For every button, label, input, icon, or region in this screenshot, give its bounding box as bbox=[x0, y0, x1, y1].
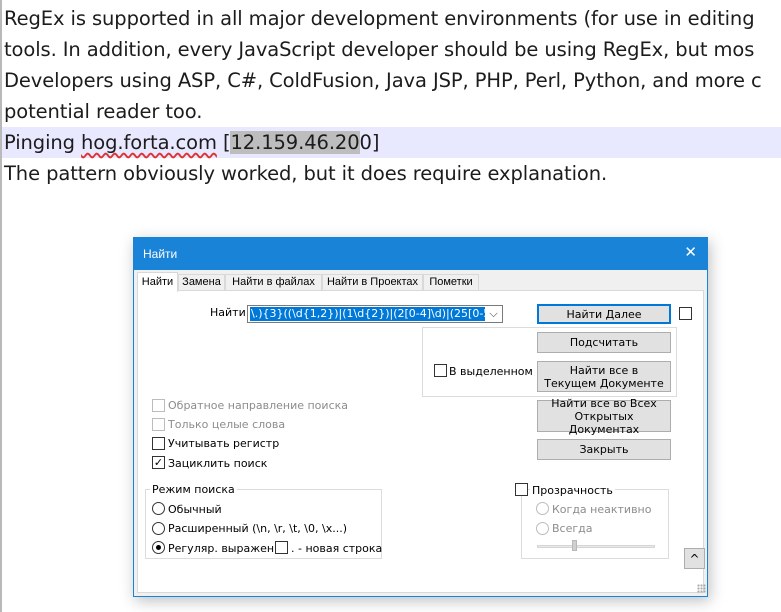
search-mode-title: Режим поиска bbox=[150, 483, 237, 496]
editor-current-line[interactable]: Pinging hog.forta.com [12.159.46.200] bbox=[2, 127, 781, 158]
find-next-button[interactable]: Найти Далее bbox=[537, 304, 671, 324]
transparency-slider-track[interactable] bbox=[537, 545, 655, 548]
editor-line[interactable]: Developers using ASP, C#, ColdFusion, Ja… bbox=[4, 65, 762, 96]
on-lose-focus-radio[interactable] bbox=[536, 502, 549, 515]
ping-close-bracket: ] bbox=[371, 131, 380, 154]
chevron-down-icon[interactable]: ⌵ bbox=[485, 306, 502, 322]
mode-extended-label: Расширенный (\n, \r, \t, \0, \x...) bbox=[168, 522, 347, 535]
on-lose-focus-label: Когда неактивно bbox=[552, 503, 652, 516]
dialog-titlebar[interactable]: Найти ✕ bbox=[134, 238, 707, 270]
tab-find[interactable]: Найти bbox=[137, 272, 178, 292]
editor-line[interactable]: tools. In addition, every JavaScript dev… bbox=[4, 34, 754, 65]
tab-marks[interactable]: Пометки bbox=[423, 274, 479, 291]
search-input[interactable]: \.){3}((\d{1,2})|(1\d{2})|(2[0-4]\d)|(25… bbox=[247, 305, 503, 323]
transparency-slider-thumb[interactable] bbox=[572, 540, 577, 551]
find-next-option-checkbox[interactable] bbox=[679, 307, 692, 320]
ping-host: hog.forta.com bbox=[81, 131, 217, 154]
editor-line[interactable]: potential reader too. bbox=[4, 96, 202, 127]
whole-word-checkbox[interactable] bbox=[152, 418, 165, 431]
dot-newline-checkbox[interactable] bbox=[275, 541, 288, 554]
resize-grip-icon[interactable] bbox=[697, 584, 706, 593]
tab-replace[interactable]: Замена bbox=[178, 274, 225, 291]
mode-normal-radio[interactable] bbox=[152, 502, 165, 515]
close-icon[interactable]: ✕ bbox=[684, 245, 697, 261]
tab-find-in-files[interactable]: Найти в файлах bbox=[225, 274, 322, 291]
dialog-title: Найти bbox=[143, 247, 178, 261]
count-button[interactable]: Подсчитать bbox=[537, 332, 671, 353]
mode-normal-label: Обычный bbox=[168, 503, 222, 516]
transparency-title: Прозрачность bbox=[530, 484, 615, 497]
match-case-checkbox[interactable] bbox=[152, 437, 165, 450]
ping-open-bracket: [ bbox=[216, 131, 231, 154]
editor-line[interactable]: The pattern obviously worked, but it doe… bbox=[4, 158, 607, 189]
editor-line[interactable]: RegEx is supported in all major developm… bbox=[4, 3, 755, 34]
always-label: Всегда bbox=[552, 522, 593, 535]
mode-regex-radio[interactable] bbox=[152, 541, 165, 554]
in-selection-label: В выделенном bbox=[449, 365, 533, 378]
mode-extended-radio[interactable] bbox=[152, 522, 165, 535]
whole-word-label: Только целые слова bbox=[168, 418, 286, 431]
mode-regex-label: Регуляр. выражен. bbox=[168, 542, 278, 555]
ping-ip-match: 12.159.46.20 bbox=[230, 131, 360, 154]
ping-prefix: Pinging bbox=[4, 131, 82, 154]
wrap-label: Зациклить поиск bbox=[168, 457, 268, 470]
close-button[interactable]: Закрыть bbox=[537, 439, 671, 460]
always-radio[interactable] bbox=[536, 522, 549, 535]
editor-left-edge bbox=[0, 0, 2, 612]
tab-find-in-projects[interactable]: Найти в Проектах bbox=[322, 274, 423, 291]
ping-ip-rest: 0 bbox=[359, 131, 372, 154]
backward-checkbox[interactable] bbox=[152, 399, 165, 412]
find-all-current-button[interactable]: Найти все в Текущем Документе bbox=[537, 361, 671, 392]
backward-label: Обратное направление поиска bbox=[168, 399, 348, 412]
search-label: Найти: bbox=[210, 306, 250, 319]
find-all-open-button[interactable]: Найти все во Всех Открытых Документах bbox=[537, 397, 671, 436]
search-value: \.){3}((\d{1,2})|(1\d{2})|(2[0-4]\d)|(25… bbox=[250, 307, 503, 321]
match-case-label: Учитывать регистр bbox=[168, 437, 280, 450]
wrap-checkbox[interactable]: ✓ bbox=[152, 456, 165, 469]
collapse-icon[interactable]: ^ bbox=[684, 548, 705, 569]
in-selection-checkbox[interactable] bbox=[434, 364, 447, 377]
transparency-checkbox[interactable] bbox=[515, 483, 528, 496]
dot-newline-label: . - новая строка bbox=[291, 542, 383, 555]
